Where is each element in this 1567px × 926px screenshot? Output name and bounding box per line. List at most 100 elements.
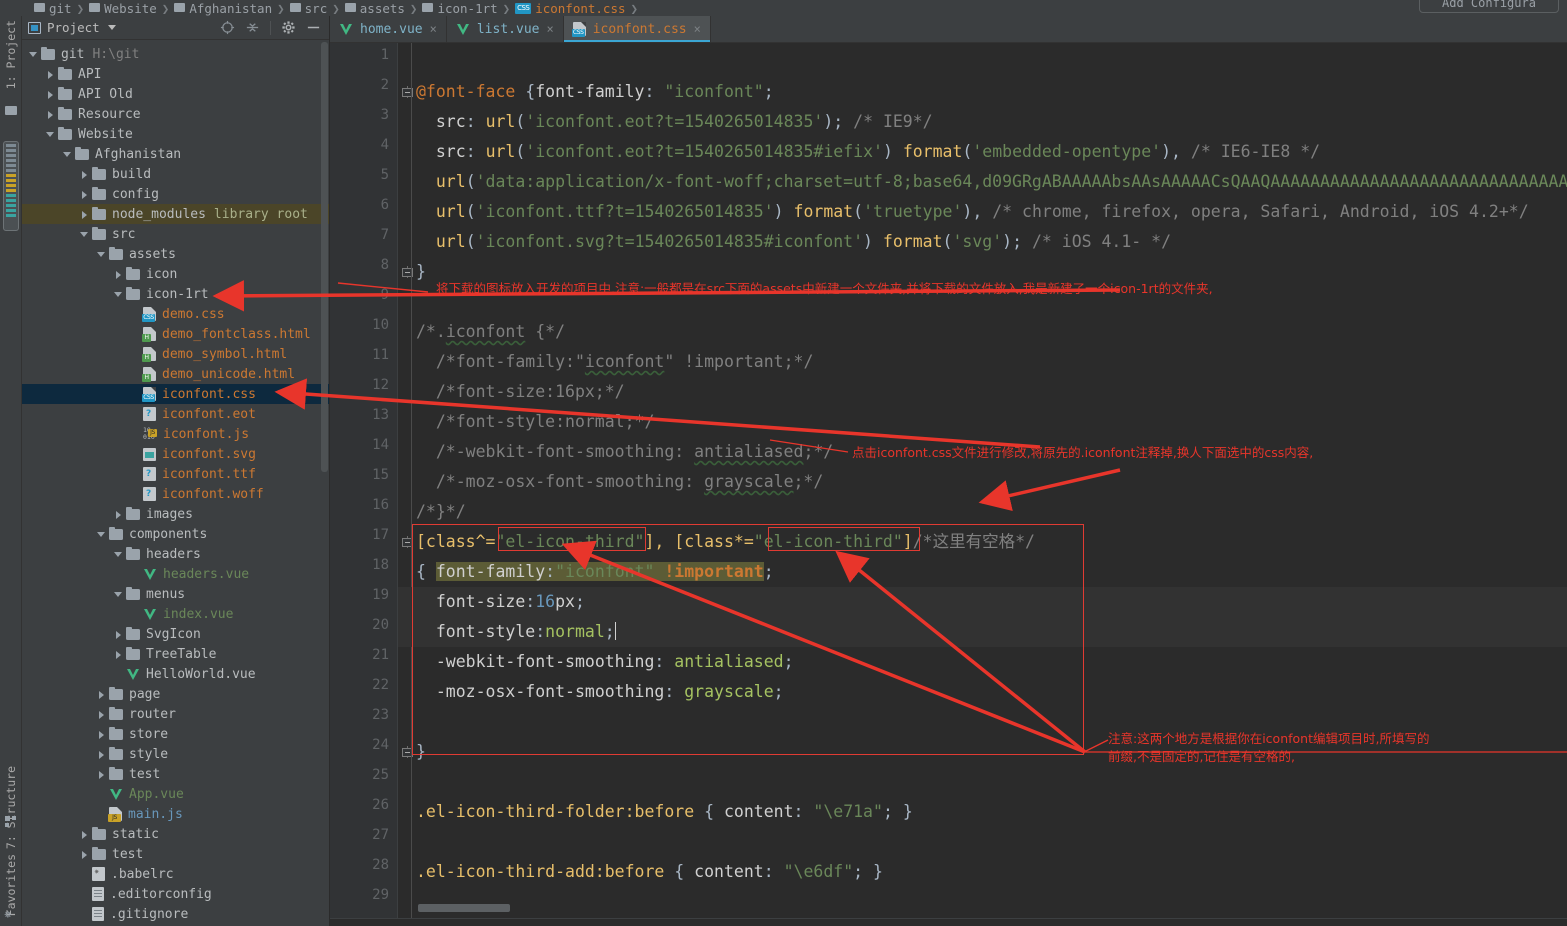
tree-row--gitignore[interactable]: .gitignore	[22, 904, 329, 924]
expand-arrow-icon[interactable]	[96, 249, 107, 260]
tree-row-afghanistan[interactable]: Afghanistan	[22, 144, 329, 164]
tree-row-router[interactable]: router	[22, 704, 329, 724]
project-panel-title[interactable]: Project	[28, 20, 116, 35]
tree-row-demo-unicode-html[interactable]: Hdemo_unicode.html	[22, 364, 329, 384]
breadcrumb-item-git[interactable]: git ❯	[34, 1, 89, 16]
close-icon[interactable]: ×	[694, 22, 701, 36]
code-line-29[interactable]	[398, 887, 1567, 917]
tree-row-headers[interactable]: headers	[22, 544, 329, 564]
tree-row-demo-fontclass-html[interactable]: Hdemo_fontclass.html	[22, 324, 329, 344]
expand-arrow-icon[interactable]	[96, 689, 107, 700]
tree-row-test[interactable]: test	[22, 764, 329, 784]
expand-arrow-icon[interactable]	[79, 209, 90, 220]
collapse-all-icon[interactable]	[245, 20, 260, 35]
close-icon[interactable]: ×	[430, 22, 437, 36]
expand-arrow-icon[interactable]	[96, 709, 107, 720]
expand-arrow-icon[interactable]	[45, 69, 56, 80]
tree-row-menus[interactable]: menus	[22, 584, 329, 604]
breadcrumb-item-afghanistan[interactable]: Afghanistan ❯	[174, 1, 289, 16]
code-line-18[interactable]: { font-family:"iconfont" !important;	[398, 557, 1567, 587]
tree-row-iconfont-woff[interactable]: iconfont.woff	[22, 484, 329, 504]
expand-arrow-icon[interactable]	[96, 769, 107, 780]
code-line-19[interactable]: font-size:16px;	[398, 587, 1567, 617]
expand-arrow-icon[interactable]	[113, 289, 124, 300]
expand-arrow-icon[interactable]	[96, 529, 107, 540]
code-line-26[interactable]: .el-icon-third-folder:before { content: …	[398, 797, 1567, 827]
code-line-7[interactable]: url('iconfont.svg?t=1540265014835#iconfo…	[398, 227, 1567, 257]
expand-arrow-icon[interactable]	[79, 229, 90, 240]
code-line-5[interactable]: url('data:application/x-font-woff;charse…	[398, 167, 1567, 197]
tree-row-node-modules[interactable]: node_modules library root	[22, 204, 329, 224]
tree-row-index-vue[interactable]: index.vue	[22, 604, 329, 624]
breadcrumb-item-iconfont-css[interactable]: CSS iconfont.css ❯	[515, 1, 643, 16]
code-line-2[interactable]: @font-face {font-family: "iconfont";	[398, 77, 1567, 107]
expand-arrow-icon[interactable]	[79, 829, 90, 840]
code-line-6[interactable]: url('iconfont.ttf?t=1540265014835') form…	[398, 197, 1567, 227]
code-line-1[interactable]	[398, 47, 1567, 77]
expand-arrow-icon[interactable]	[45, 89, 56, 100]
chevron-down-icon[interactable]	[107, 25, 116, 30]
code-line-21[interactable]: -webkit-font-smoothing: antialiased;	[398, 647, 1567, 677]
tree-row-demo-css[interactable]: CSS demo.css	[22, 304, 329, 324]
tree-row-api-old[interactable]: API Old	[22, 84, 329, 104]
hide-panel-icon[interactable]	[306, 20, 321, 35]
expand-arrow-icon[interactable]	[113, 269, 124, 280]
project-panel-scrollbar[interactable]	[321, 42, 328, 472]
expand-arrow-icon[interactable]	[113, 509, 124, 520]
tree-row-components[interactable]: components	[22, 524, 329, 544]
expand-arrow-icon[interactable]	[113, 549, 124, 560]
tree-row-icon[interactable]: icon	[22, 264, 329, 284]
expand-arrow-icon[interactable]	[62, 149, 73, 160]
expand-arrow-icon[interactable]	[79, 189, 90, 200]
close-icon[interactable]: ×	[546, 22, 553, 36]
code-line-17[interactable]: [class^="el-icon-third"], [class*="el-ic…	[398, 527, 1567, 557]
code-line-13[interactable]: /*font-style:normal;*/	[398, 407, 1567, 437]
editor-horizontal-scrollbar[interactable]	[418, 904, 510, 912]
gear-icon[interactable]	[281, 20, 296, 35]
editor-gutter[interactable]: 1 2 3 4 5 6 7 8 9 10 11 12 13 14 15 16 17 18 19 20 21 22 23 24 2…	[330, 43, 413, 926]
tree-row-iconfont-eot[interactable]: iconfont.eot	[22, 404, 329, 424]
code-line-12[interactable]: /*font-size:16px;*/	[398, 377, 1567, 407]
tree-row-iconfont-js[interactable]: 10 010 JS iconfont.js	[22, 424, 329, 444]
expand-arrow-icon[interactable]	[45, 109, 56, 120]
code-line-27[interactable]	[398, 827, 1567, 857]
code-line-20[interactable]: font-style:normal;	[398, 617, 1567, 647]
expand-arrow-icon[interactable]	[113, 649, 124, 660]
expand-arrow-icon[interactable]	[113, 589, 124, 600]
tree-row-demo-symbol-html[interactable]: Hdemo_symbol.html	[22, 344, 329, 364]
tree-row-icon-1rt[interactable]: icon-1rt	[22, 284, 329, 304]
expand-arrow-icon[interactable]	[96, 729, 107, 740]
code-line-3[interactable]: src: url('iconfont.eot?t=1540265014835')…	[398, 107, 1567, 137]
editor-tab-bar[interactable]: home.vue × list.vue × CSS iconfont.css ×	[330, 16, 1567, 43]
tree-row-resource[interactable]: Resource	[22, 104, 329, 124]
tree-row-git[interactable]: git H:\git	[22, 44, 329, 64]
tree-row-test[interactable]: test	[22, 844, 329, 864]
breadcrumb-item-icon-1rt[interactable]: icon-1rt ❯	[422, 1, 515, 16]
tree-row-store[interactable]: store	[22, 724, 329, 744]
code-line-15[interactable]: /*-moz-osx-font-smoothing: grayscale;*/	[398, 467, 1567, 497]
tree-row-helloworld-vue[interactable]: HelloWorld.vue	[22, 664, 329, 684]
code-line-22[interactable]: -moz-osx-font-smoothing: grayscale;	[398, 677, 1567, 707]
expand-arrow-icon[interactable]	[28, 49, 39, 60]
tool-window-project[interactable]: 1: Project	[4, 20, 18, 89]
target-icon[interactable]	[220, 20, 235, 35]
tree-row-src[interactable]: src	[22, 224, 329, 244]
tree-row-static[interactable]: static	[22, 824, 329, 844]
tree-row-main-js[interactable]: JS main.js	[22, 804, 329, 824]
code-line-28[interactable]: .el-icon-third-add:before { content: "\e…	[398, 857, 1567, 887]
tree-row-iconfont-css[interactable]: CSS iconfont.css	[22, 384, 329, 404]
code-line-10[interactable]: /*.iconfont {*/	[398, 317, 1567, 347]
expand-arrow-icon[interactable]	[96, 749, 107, 760]
breadcrumb-item-src[interactable]: src ❯	[289, 1, 345, 16]
tree-row--editorconfig[interactable]: .editorconfig	[22, 884, 329, 904]
code-line-25[interactable]	[398, 767, 1567, 797]
tree-row-config[interactable]: config	[22, 184, 329, 204]
expand-arrow-icon[interactable]	[79, 169, 90, 180]
tree-row-iconfont-svg[interactable]: iconfont.svg	[22, 444, 329, 464]
expand-arrow-icon[interactable]	[113, 629, 124, 640]
tree-row-svgicon[interactable]: SvgIcon	[22, 624, 329, 644]
tree-row-app-vue[interactable]: App.vue	[22, 784, 329, 804]
tree-row-headers-vue[interactable]: headers.vue	[22, 564, 329, 584]
tree-row-api[interactable]: API	[22, 64, 329, 84]
editor-tab-iconfont-css[interactable]: CSS iconfont.css ×	[563, 16, 711, 42]
